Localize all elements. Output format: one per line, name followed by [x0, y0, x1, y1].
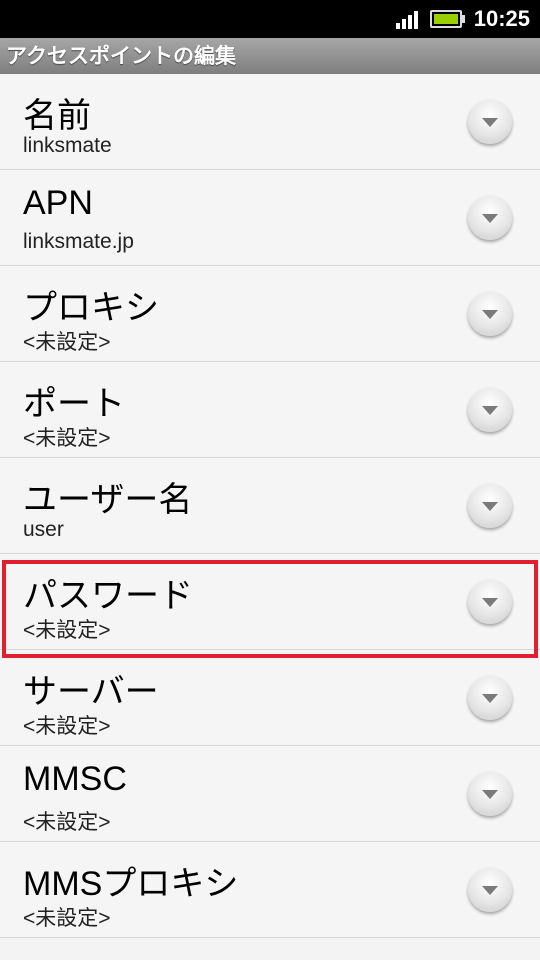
setting-row-proxy[interactable]: プロキシ <未設定> [0, 266, 540, 362]
setting-row-port[interactable]: ポート <未設定> [0, 362, 540, 458]
setting-value: linksmate.jp [23, 230, 134, 253]
dropdown-button[interactable] [468, 676, 512, 720]
setting-value: <未設定> [23, 811, 111, 834]
chevron-down-icon [482, 118, 498, 127]
chevron-down-icon [482, 214, 498, 223]
setting-value: <未設定> [23, 331, 111, 354]
chevron-down-icon [482, 406, 498, 415]
setting-value: <未設定> [23, 619, 111, 642]
dropdown-button[interactable] [468, 196, 512, 240]
setting-label: パスワード [23, 577, 193, 615]
setting-row-server[interactable]: サーバー <未設定> [0, 650, 540, 746]
setting-label: MMSC [23, 760, 127, 798]
dropdown-button[interactable] [468, 580, 512, 624]
page-title: アクセスポイントの編集 [0, 38, 540, 74]
setting-label: 名前 [23, 97, 91, 135]
setting-row-apn[interactable]: APN linksmate.jp [0, 170, 540, 266]
dropdown-button[interactable] [468, 292, 512, 336]
status-bar: 10:25 [0, 0, 540, 38]
chevron-down-icon [482, 502, 498, 511]
chevron-down-icon [482, 694, 498, 703]
battery-icon [429, 10, 465, 28]
chevron-down-icon [482, 790, 498, 799]
settings-list: 名前 linksmate APN linksmate.jp プロキシ <未設定>… [0, 74, 540, 938]
setting-row-username[interactable]: ユーザー名 user [0, 458, 540, 554]
setting-label: MMSプロキシ [23, 865, 239, 903]
setting-label: ユーザー名 [23, 481, 193, 519]
setting-label: ポート [23, 385, 125, 423]
setting-value: user [23, 518, 64, 541]
signal-icon [395, 9, 420, 29]
setting-label: サーバー [23, 673, 159, 711]
dropdown-button[interactable] [468, 772, 512, 816]
setting-row-mms-proxy[interactable]: MMSプロキシ <未設定> [0, 842, 540, 938]
status-time: 10:25 [473, 6, 530, 31]
chevron-down-icon [482, 886, 498, 895]
setting-label: プロキシ [23, 289, 159, 327]
chevron-down-icon [482, 310, 498, 319]
setting-value: <未設定> [23, 715, 111, 738]
dropdown-button[interactable] [468, 484, 512, 528]
status-icons: 10:25 [395, 0, 530, 38]
dropdown-button[interactable] [468, 388, 512, 432]
chevron-down-icon [482, 598, 498, 607]
dropdown-button[interactable] [468, 100, 512, 144]
setting-value: linksmate [23, 134, 112, 157]
setting-row-password[interactable]: パスワード <未設定> [0, 554, 540, 650]
setting-row-name[interactable]: 名前 linksmate [0, 74, 540, 170]
setting-label: APN [23, 184, 93, 222]
setting-value: <未設定> [23, 907, 111, 930]
dropdown-button[interactable] [468, 868, 512, 912]
setting-row-mmsc[interactable]: MMSC <未設定> [0, 746, 540, 842]
setting-value: <未設定> [23, 427, 111, 450]
